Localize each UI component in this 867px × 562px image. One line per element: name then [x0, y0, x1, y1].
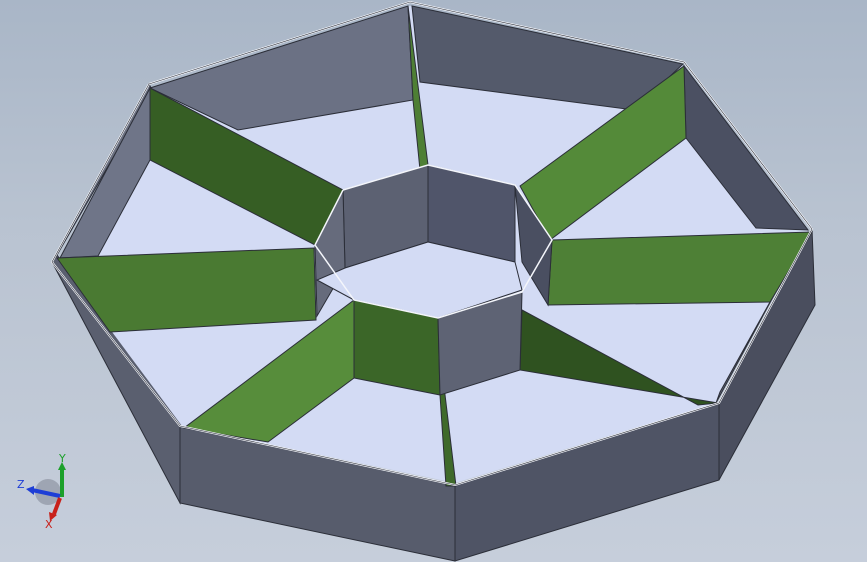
octagonal-tray-model[interactable]: [0, 0, 867, 562]
triad-z-arrow: [26, 486, 34, 495]
graphics-viewport[interactable]: Y Z X: [0, 0, 867, 562]
triad-x-label: X: [45, 518, 53, 530]
divider-right[interactable]: [547, 231, 813, 306]
triad-z-label: Z: [17, 478, 25, 491]
orientation-triad[interactable]: Y Z X: [12, 450, 82, 531]
triad-y-label: Y: [58, 452, 66, 465]
